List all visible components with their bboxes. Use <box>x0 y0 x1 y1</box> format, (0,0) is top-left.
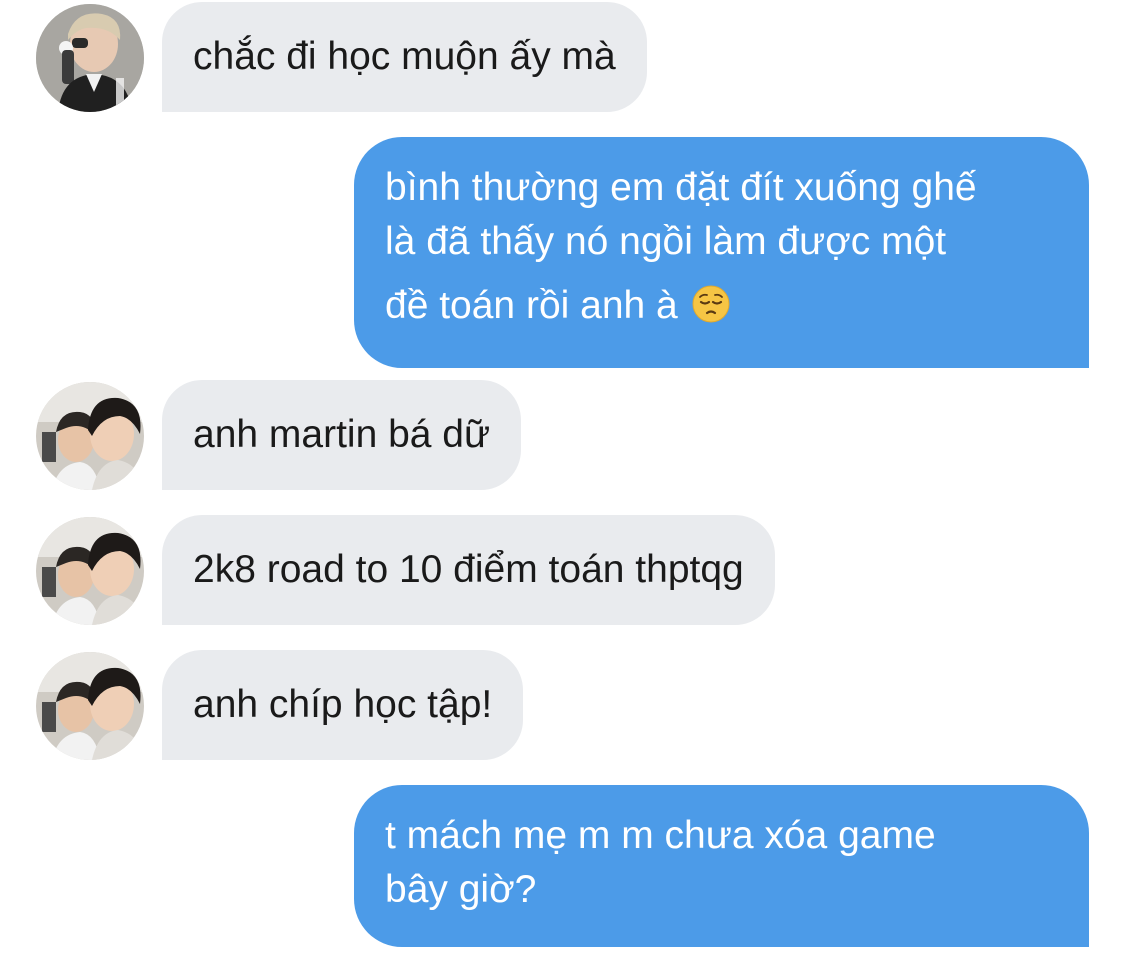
avatar-photo-icon <box>36 382 144 490</box>
message-bubble-incoming[interactable]: 2k8 road to 10 điểm toán thptqg <box>162 515 775 625</box>
message-text: anh martin bá dữ <box>193 413 491 456</box>
message-text: 2k8 road to 10 điểm toán thptqg <box>193 548 744 591</box>
avatar-contact-2[interactable] <box>36 652 144 760</box>
message-text-line: t mách mẹ m m chưa xóa game <box>385 814 936 857</box>
message-bubble-outgoing[interactable]: t mách mẹ m m chưa xóa game bây giờ? <box>354 785 1089 947</box>
avatar-contact-2[interactable] <box>36 382 144 490</box>
avatar-contact-2[interactable] <box>36 517 144 625</box>
message-text-line-container: đề toán rồi anh à <box>385 279 1059 333</box>
message-bubble-incoming[interactable]: anh chíp học tập! <box>162 650 524 760</box>
message-bubble-incoming[interactable]: anh martin bá dữ <box>162 380 522 490</box>
message-text-line: bình thường em đặt đít xuống ghế <box>385 166 977 209</box>
message-bubble-outgoing[interactable]: bình thường em đặt đít xuống ghế là đã t… <box>354 137 1089 368</box>
avatar-photo-icon <box>36 652 144 760</box>
message-text: chắc đi học muộn ấy mà <box>193 35 616 78</box>
message-text-line: là đã thấy nó ngồi làm được một <box>385 220 947 263</box>
message-bubble-incoming[interactable]: chắc đi học muộn ấy mà <box>162 2 647 112</box>
pensive-face-emoji-icon <box>691 284 731 324</box>
avatar-contact-1[interactable] <box>36 4 144 112</box>
avatar-photo-icon <box>36 517 144 625</box>
message-text-line: bây giờ? <box>385 868 537 911</box>
avatar-photo-icon <box>36 4 144 112</box>
message-text-line: đề toán rồi anh à <box>385 284 678 327</box>
message-text: anh chíp học tập! <box>193 683 493 726</box>
